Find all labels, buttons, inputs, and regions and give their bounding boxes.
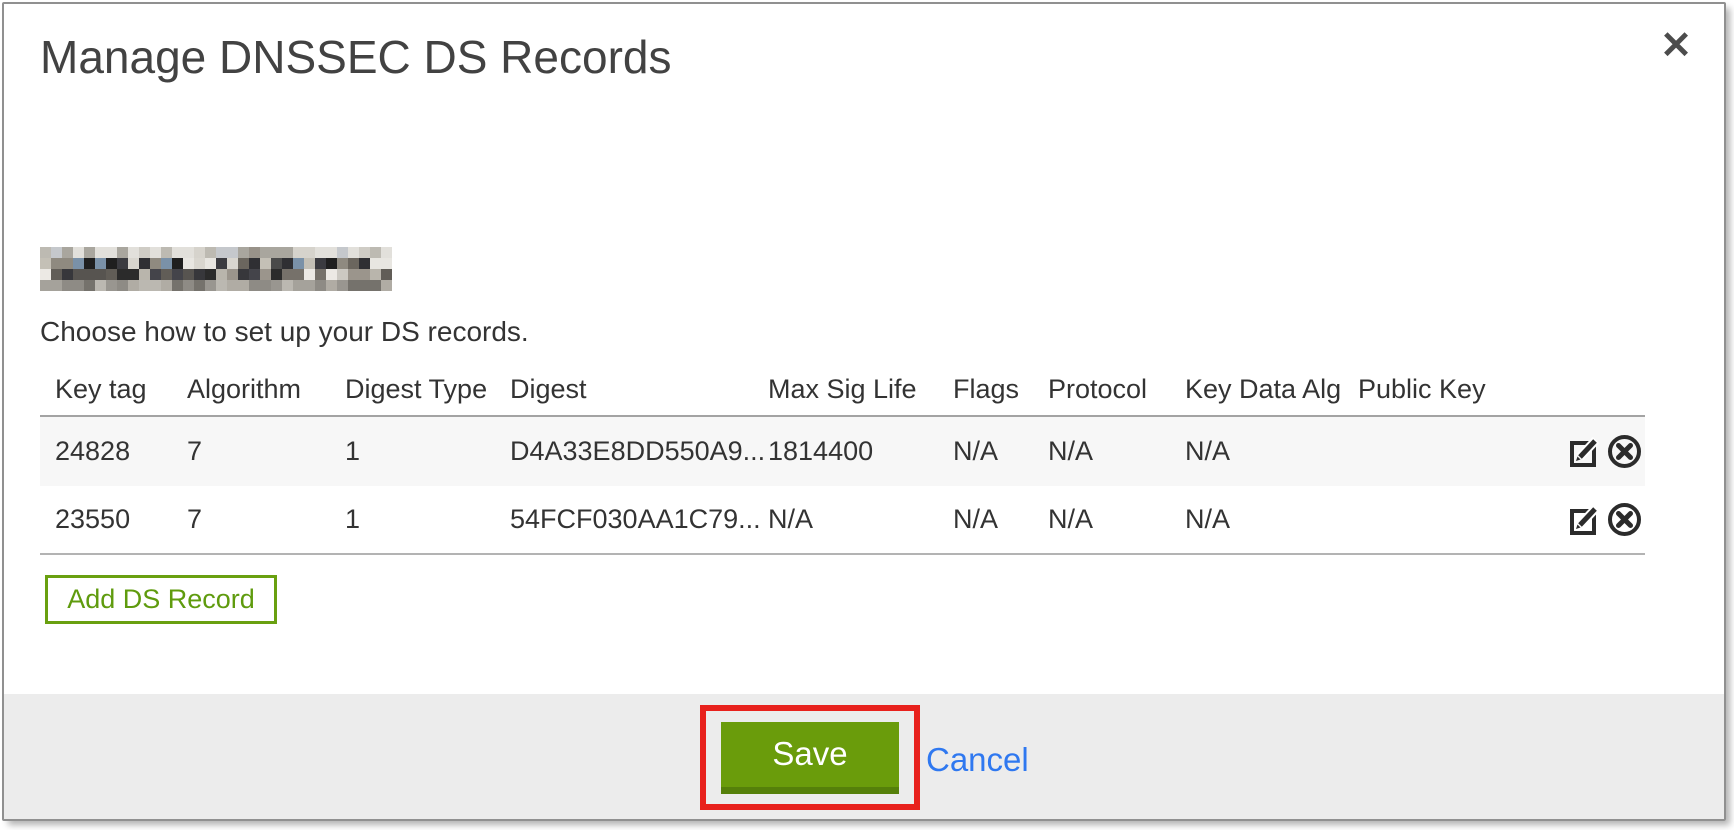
col-header-public-key: Public Key [1358,372,1567,404]
delete-record-button[interactable] [1606,501,1643,538]
close-icon: ✕ [1660,27,1692,65]
cell-flags: N/A [953,504,1048,535]
delete-record-button[interactable] [1606,433,1643,470]
cell-key-data-alg: N/A [1185,504,1358,535]
instruction-text: Choose how to set up your DS records. [40,316,529,348]
domain-name-redacted [40,247,392,291]
add-ds-record-button[interactable]: Add DS Record [45,575,277,624]
col-header-algorithm: Algorithm [187,372,345,404]
col-header-key-data-alg: Key Data Alg [1185,372,1358,404]
col-header-digest: Digest [510,372,768,404]
table-row: 24828 7 1 D4A33E8DD550A9... 1814400 N/A … [40,417,1645,486]
cell-max-sig-life: 1814400 [768,436,953,467]
edit-icon [1567,502,1603,538]
dnssec-modal: Manage DNSSEC DS Records ✕ Choose how to… [0,0,1734,830]
save-button[interactable]: Save [721,722,899,794]
col-header-digest-type: Digest Type [345,372,510,404]
ds-records-table: Key tag Algorithm Digest Type Digest Max… [40,372,1645,555]
table-row: 23550 7 1 54FCF030AA1C79... N/A N/A N/A … [40,486,1645,555]
cell-digest: D4A33E8DD550A9... [510,436,768,467]
edit-icon [1567,434,1603,470]
cell-key-tag: 23550 [55,504,187,535]
cancel-link[interactable]: Cancel [926,741,1029,779]
edit-record-button[interactable] [1567,501,1603,538]
col-header-protocol: Protocol [1048,372,1185,404]
table-header-row: Key tag Algorithm Digest Type Digest Max… [40,372,1645,417]
cell-max-sig-life: N/A [768,504,953,535]
cell-flags: N/A [953,436,1048,467]
remove-icon [1606,433,1643,470]
col-header-max-sig-life: Max Sig Life [768,372,953,404]
cell-algorithm: 7 [187,504,345,535]
close-button[interactable]: ✕ [1648,18,1704,74]
cell-protocol: N/A [1048,504,1185,535]
col-header-flags: Flags [953,372,1048,404]
remove-icon [1606,501,1643,538]
page-title: Manage DNSSEC DS Records [40,30,671,84]
cell-protocol: N/A [1048,436,1185,467]
cell-digest: 54FCF030AA1C79... [510,504,768,535]
cell-digest-type: 1 [345,504,510,535]
col-header-key-tag: Key tag [55,372,187,404]
cell-key-tag: 24828 [55,436,187,467]
cell-algorithm: 7 [187,436,345,467]
cell-digest-type: 1 [345,436,510,467]
annotation-highlight: Save [700,705,920,810]
cell-key-data-alg: N/A [1185,436,1358,467]
edit-record-button[interactable] [1567,433,1603,470]
